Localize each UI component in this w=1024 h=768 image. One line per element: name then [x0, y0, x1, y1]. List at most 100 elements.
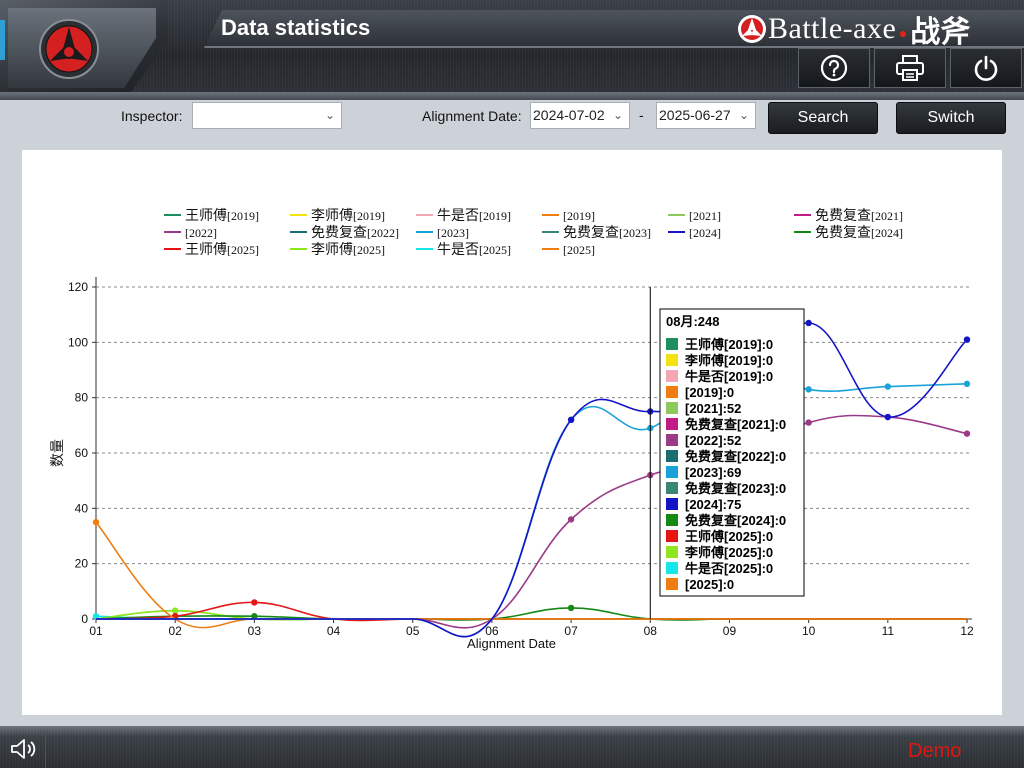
legend-series-year: [2019]: [353, 209, 385, 223]
legend-series-name: 牛是否: [437, 208, 479, 224]
legend-series-name: 免费复查: [311, 224, 367, 241]
tooltip-swatch: [666, 514, 678, 526]
x-axis-title: Alignment Date: [467, 636, 556, 651]
data-point: [805, 319, 812, 327]
legend-series-year: [2019]: [227, 209, 259, 223]
legend-item: [2021]: [689, 209, 721, 223]
tooltip-title: 08月:248: [666, 314, 719, 329]
tooltip-line: [2021]:52: [685, 401, 741, 416]
legend-series-year: [2025]: [353, 243, 385, 257]
tooltip-swatch: [666, 354, 678, 366]
legend-series-year: [2019]: [479, 209, 511, 223]
data-point: [884, 413, 892, 421]
brand-logo: Battle-axe 战斧: [736, 12, 970, 49]
power-button[interactable]: [950, 48, 1022, 88]
tooltip-line: 免费复查[2022]:0: [685, 449, 786, 464]
legend-series-year: [2019]: [563, 209, 595, 223]
tooltip-line: 王师傅[2025]:0: [685, 529, 773, 544]
statistics-line-chart: 王师傅[2019] 李师傅[2019] 牛是否[2019] [2019] [2021] 免…: [49, 207, 974, 651]
series-line: [96, 359, 968, 638]
data-point: [567, 416, 575, 423]
tooltip-swatch: [666, 450, 678, 462]
speaker-button[interactable]: [0, 730, 46, 768]
legend-item: [2022]: [185, 226, 217, 240]
tooltip-swatch: [666, 386, 678, 398]
chevron-down-icon: ⌄: [612, 108, 623, 122]
inspector-select[interactable]: ⌄: [192, 102, 342, 129]
tooltip-line: 李师傅[2025]:0: [684, 545, 773, 560]
tooltip-line: 王师傅[2019]:0: [685, 337, 773, 352]
legend-series-year: [2025]: [563, 243, 595, 257]
date-end-picker[interactable]: 2025-06-27 ⌄: [656, 102, 756, 129]
demo-label: Demo: [908, 740, 962, 762]
date-end-value: 2025-06-27: [659, 107, 731, 123]
brand-name-cn: 战斧: [910, 16, 971, 49]
search-button[interactable]: Search: [768, 102, 878, 134]
y-axis-title: 数量: [49, 439, 65, 467]
x-tick-label: 02: [169, 624, 183, 638]
print-button[interactable]: [874, 48, 946, 88]
x-tick-label: 01: [89, 624, 103, 638]
legend-item: 牛是否[2019]: [437, 208, 511, 224]
question-circle-icon: [820, 54, 848, 82]
inspector-label: Inspector:: [121, 108, 183, 124]
series-line: [95, 601, 967, 622]
x-tick-label: 05: [406, 624, 420, 638]
tooltip-line: 免费复查[2024]:0: [685, 513, 786, 528]
tooltip-line: 李师傅[2019]:0: [684, 353, 773, 368]
y-tick-label: 0: [81, 612, 88, 626]
x-tick-label: 04: [327, 624, 341, 638]
tooltip-swatch: [666, 434, 678, 446]
tooltip-swatch: [666, 498, 678, 510]
y-tick-label: 20: [75, 557, 89, 571]
brand-dot: [900, 31, 907, 37]
tooltip-line: [2019]:0: [685, 385, 734, 400]
legend-series-year: [2021]: [871, 209, 903, 223]
legend-item: [2019]: [563, 209, 595, 223]
data-point: [805, 386, 812, 393]
date-range-separator: -: [639, 107, 644, 123]
chart-panel: 王师傅[2019] 李师傅[2019] 牛是否[2019] [2019] [2021] 免…: [22, 150, 1002, 715]
tooltip-swatch: [666, 466, 678, 478]
tooltip-line: [2025]:0: [685, 577, 734, 592]
x-tick-label: 08: [644, 624, 658, 638]
tooltip-line: 牛是否[2025]:0: [685, 561, 773, 576]
y-tick-label: 80: [75, 391, 89, 405]
legend-series-year: [2024]: [871, 226, 903, 240]
x-tick-label: 07: [564, 624, 578, 638]
logo-accent-stripe: [0, 20, 5, 60]
legend-series-name: 牛是否: [437, 242, 479, 258]
legend-item: 王师傅[2025]: [185, 242, 259, 258]
chevron-down-icon: ⌄: [324, 108, 335, 122]
legend-item: 李师傅[2025]: [311, 242, 385, 258]
date-start-picker[interactable]: 2024-07-02 ⌄: [530, 102, 630, 129]
data-point: [805, 419, 812, 426]
tooltip-swatch: [666, 578, 678, 590]
brand-name: Battle-axe: [768, 12, 897, 45]
legend-series-name: 免费复查: [815, 224, 871, 241]
header-bottom-edge: [0, 92, 1024, 100]
legend-item: 免费复查[2022]: [311, 224, 399, 241]
help-button[interactable]: [798, 48, 870, 88]
legend-series-name: 王师傅: [185, 208, 227, 224]
page-title: Data statistics: [221, 15, 371, 40]
legend-series-name: 李师傅: [311, 242, 353, 258]
tooltip-line: 免费复查[2021]:0: [685, 417, 786, 432]
legend-series-year: [2025]: [227, 243, 259, 257]
legend-series-year: [2024]: [689, 226, 721, 240]
tooltip-line: 免费复查[2023]:0: [685, 481, 786, 496]
data-point: [567, 516, 575, 523]
tooltip-line: 牛是否[2019]:0: [685, 369, 773, 384]
legend-series-year: [2023]: [437, 226, 469, 240]
y-tick-label: 100: [68, 335, 88, 349]
legend-series-name: 王师傅: [185, 242, 227, 258]
data-point: [884, 383, 892, 390]
legend-item: [2024]: [689, 226, 721, 240]
app-footer: [0, 726, 1024, 768]
switch-button[interactable]: Switch: [896, 102, 1006, 134]
tooltip-line: [2022]:52: [685, 433, 741, 448]
legend-item: [2023]: [437, 226, 469, 240]
data-point: [92, 518, 100, 526]
tooltip-swatch: [666, 418, 678, 430]
legend-series-year: [2022]: [367, 226, 399, 240]
